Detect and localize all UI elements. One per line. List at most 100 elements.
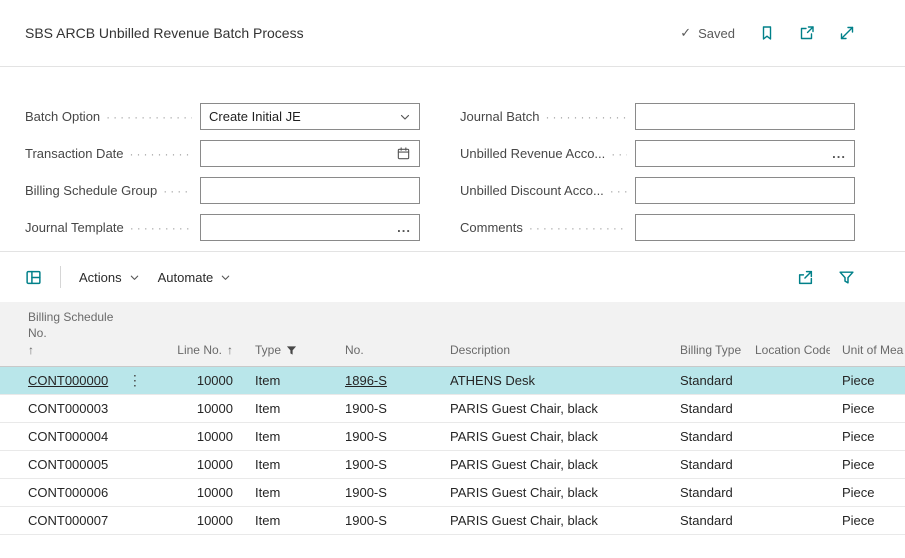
- cell-type[interactable]: Item: [245, 513, 335, 528]
- cell-billing-type[interactable]: Standard: [670, 373, 745, 388]
- journal-batch-input[interactable]: [635, 103, 855, 130]
- cell-billing-type[interactable]: Standard: [670, 485, 745, 500]
- table-row[interactable]: CONT000005 10000 Item 1900-S PARIS Guest…: [0, 451, 905, 479]
- cell-description[interactable]: PARIS Guest Chair, black: [440, 401, 670, 416]
- row-options-button[interactable]: ⋮: [128, 372, 142, 388]
- chevron-down-icon[interactable]: [399, 111, 411, 123]
- billing-schedule-link[interactable]: CONT000000: [28, 373, 108, 388]
- dotted-leader: [163, 184, 192, 198]
- batch-option-value: Create Initial JE: [209, 109, 301, 124]
- field-comments: Comments: [460, 214, 855, 241]
- dotted-leader: [130, 147, 192, 161]
- column-header-type[interactable]: Type: [245, 343, 335, 366]
- cell-billing-schedule-no[interactable]: CONT000007: [0, 513, 165, 528]
- table-row[interactable]: CONT000007 10000 Item 1900-S PARIS Guest…: [0, 507, 905, 535]
- cell-unit-of-measure[interactable]: Piece: [830, 513, 905, 528]
- column-label: Unit of Mea: [842, 343, 904, 357]
- cell-type[interactable]: Item: [245, 457, 335, 472]
- saved-label: Saved: [698, 25, 735, 41]
- column-header-line-no[interactable]: Line No. ↑: [165, 343, 245, 366]
- open-in-window-button[interactable]: [799, 25, 815, 41]
- dotted-leader: [610, 184, 627, 198]
- share-button[interactable]: [797, 269, 814, 286]
- actions-menu[interactable]: Actions: [79, 270, 140, 285]
- assist-edit-icon[interactable]: ...: [826, 147, 846, 160]
- cell-line-no[interactable]: 10000: [165, 513, 245, 528]
- list-toolbar: Actions Automate: [0, 251, 905, 302]
- cell-billing-type[interactable]: Standard: [670, 457, 745, 472]
- unbilled-discount-account-input[interactable]: [635, 177, 855, 204]
- unbilled-revenue-account-label: Unbilled Revenue Acco...: [460, 146, 635, 161]
- cell-description[interactable]: PARIS Guest Chair, black: [440, 513, 670, 528]
- transaction-date-input[interactable]: [200, 140, 420, 167]
- cell-unit-of-measure[interactable]: Piece: [830, 457, 905, 472]
- calendar-icon[interactable]: [396, 146, 411, 161]
- cell-description[interactable]: PARIS Guest Chair, black: [440, 485, 670, 500]
- cell-type[interactable]: Item: [245, 373, 335, 388]
- column-filter-icon: [286, 346, 297, 355]
- cell-billing-schedule-no[interactable]: CONT000000 ⋮: [0, 372, 165, 389]
- cell-unit-of-measure[interactable]: Piece: [830, 429, 905, 444]
- check-icon: ✓: [680, 25, 692, 40]
- cell-unit-of-measure[interactable]: Piece: [830, 485, 905, 500]
- cell-unit-of-measure[interactable]: Piece: [830, 373, 905, 388]
- journal-template-label: Journal Template: [25, 220, 200, 235]
- unbilled-revenue-account-input[interactable]: ...: [635, 140, 855, 167]
- journal-template-input[interactable]: ...: [200, 214, 420, 241]
- column-header-billing-schedule-no[interactable]: Billing Schedule No. ↑: [0, 309, 165, 366]
- cell-line-no[interactable]: 10000: [165, 373, 245, 388]
- column-header-location-code[interactable]: Location Code: [745, 343, 830, 366]
- table-row[interactable]: CONT000000 ⋮ 10000 Item 1896-S ATHENS De…: [0, 367, 905, 395]
- cell-no[interactable]: 1900-S: [335, 457, 440, 472]
- cell-no[interactable]: 1900-S: [335, 429, 440, 444]
- expand-icon: [840, 26, 854, 40]
- bookmark-button[interactable]: [759, 25, 775, 41]
- cell-billing-schedule-no[interactable]: CONT000004: [0, 429, 165, 444]
- cell-billing-type[interactable]: Standard: [670, 401, 745, 416]
- table-row[interactable]: CONT000003 10000 Item 1900-S PARIS Guest…: [0, 395, 905, 423]
- expand-button[interactable]: [839, 25, 855, 41]
- filter-button[interactable]: [838, 269, 855, 286]
- cell-billing-schedule-no[interactable]: CONT000003: [0, 401, 165, 416]
- cell-no[interactable]: 1900-S: [335, 485, 440, 500]
- field-transaction-date: Transaction Date: [25, 140, 420, 167]
- field-billing-schedule-group: Billing Schedule Group: [25, 177, 420, 204]
- cell-billing-type[interactable]: Standard: [670, 429, 745, 444]
- item-no-link[interactable]: 1896-S: [345, 373, 387, 388]
- column-header-unit-of-measure[interactable]: Unit of Mea: [830, 343, 905, 366]
- cell-line-no[interactable]: 10000: [165, 485, 245, 500]
- cell-no[interactable]: 1896-S: [335, 373, 440, 388]
- column-header-description[interactable]: Description: [440, 343, 670, 366]
- cell-no[interactable]: 1900-S: [335, 513, 440, 528]
- cell-billing-type[interactable]: Standard: [670, 513, 745, 528]
- cell-description[interactable]: PARIS Guest Chair, black: [440, 457, 670, 472]
- cell-no[interactable]: 1900-S: [335, 401, 440, 416]
- toolbar-separator: [60, 266, 61, 288]
- comments-input[interactable]: [635, 214, 855, 241]
- cell-billing-schedule-no[interactable]: CONT000006: [0, 485, 165, 500]
- sort-ascending-icon: ↑: [28, 343, 34, 357]
- board-view-button[interactable]: [25, 269, 42, 286]
- table-row[interactable]: CONT000004 10000 Item 1900-S PARIS Guest…: [0, 423, 905, 451]
- cell-description[interactable]: PARIS Guest Chair, black: [440, 429, 670, 444]
- column-header-no[interactable]: No.: [335, 343, 440, 366]
- cell-type[interactable]: Item: [245, 485, 335, 500]
- cell-type[interactable]: Item: [245, 401, 335, 416]
- cell-unit-of-measure[interactable]: Piece: [830, 401, 905, 416]
- assist-edit-icon[interactable]: ...: [391, 221, 411, 234]
- lines-table: Billing Schedule No. ↑ Line No. ↑ Type N…: [0, 302, 905, 535]
- cell-billing-schedule-no[interactable]: CONT000005: [0, 457, 165, 472]
- dotted-leader: [611, 147, 627, 161]
- field-journal-batch: Journal Batch: [460, 103, 855, 130]
- batch-option-select[interactable]: Create Initial JE: [200, 103, 420, 130]
- cell-line-no[interactable]: 10000: [165, 429, 245, 444]
- automate-menu[interactable]: Automate: [158, 270, 232, 285]
- cell-description[interactable]: ATHENS Desk: [440, 373, 670, 388]
- cell-type[interactable]: Item: [245, 429, 335, 444]
- table-row[interactable]: CONT000006 10000 Item 1900-S PARIS Guest…: [0, 479, 905, 507]
- column-header-billing-type[interactable]: Billing Type: [670, 343, 745, 366]
- billing-schedule-group-input[interactable]: [200, 177, 420, 204]
- options-form: Batch Option Create Initial JE Transacti…: [0, 67, 905, 251]
- cell-line-no[interactable]: 10000: [165, 457, 245, 472]
- cell-line-no[interactable]: 10000: [165, 401, 245, 416]
